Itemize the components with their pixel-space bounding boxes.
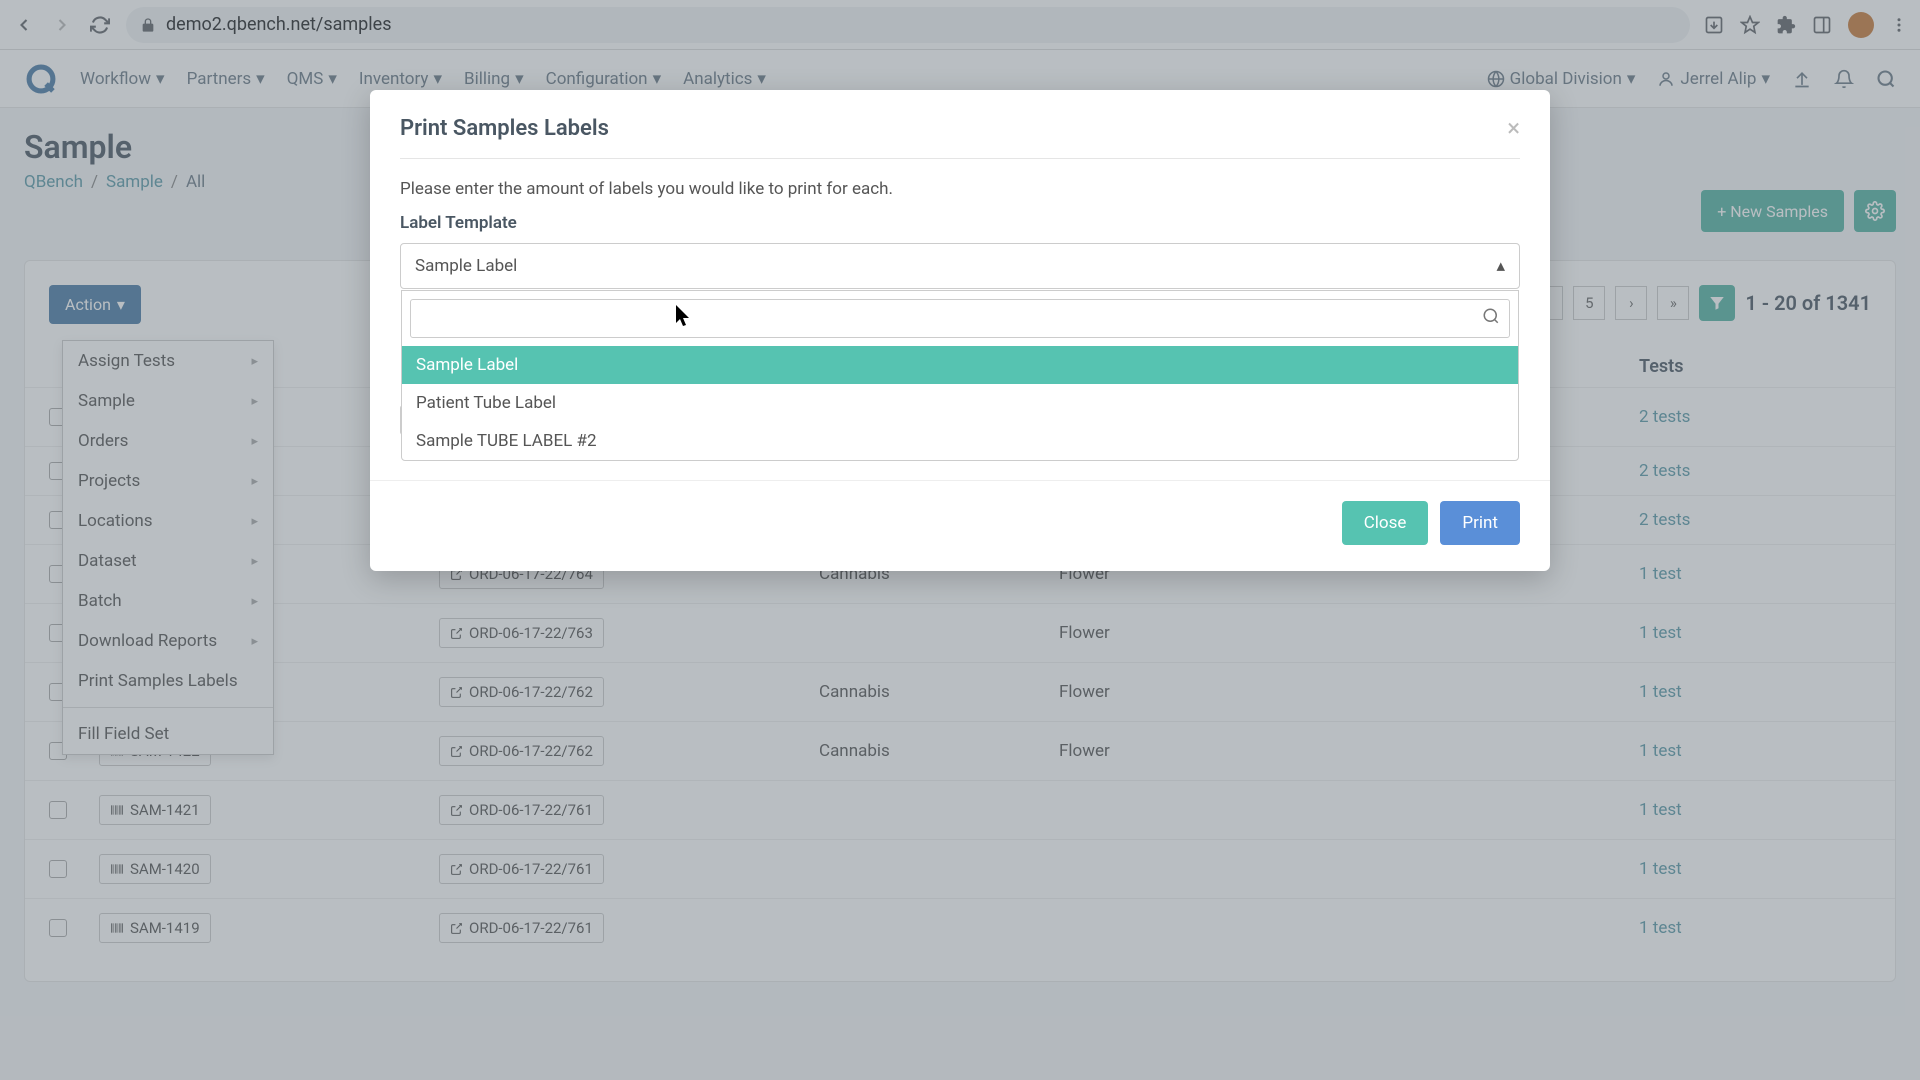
modal-intro: Please enter the amount of labels you wo… xyxy=(400,179,1520,199)
option-sample-tube-2[interactable]: Sample TUBE LABEL #2 xyxy=(402,422,1518,460)
template-search-input[interactable] xyxy=(410,299,1510,338)
template-label: Label Template xyxy=(400,213,1520,233)
option-patient-tube[interactable]: Patient Tube Label xyxy=(402,384,1518,422)
modal-title: Print Samples Labels xyxy=(400,116,609,141)
option-sample-label[interactable]: Sample Label xyxy=(402,346,1518,384)
close-icon[interactable]: × xyxy=(1507,114,1520,142)
template-dropdown: Sample Label Patient Tube Label Sample T… xyxy=(401,290,1519,461)
selected-template: Sample Label xyxy=(415,256,517,276)
chevron-up-icon: ▴ xyxy=(1496,256,1505,276)
print-labels-modal: Print Samples Labels × Please enter the … xyxy=(370,90,1550,571)
search-icon xyxy=(1482,307,1500,325)
template-select[interactable]: Sample Label ▴ Sample Label Patient Tube… xyxy=(400,243,1520,289)
print-button[interactable]: Print xyxy=(1440,501,1520,545)
close-button[interactable]: Close xyxy=(1342,501,1429,545)
